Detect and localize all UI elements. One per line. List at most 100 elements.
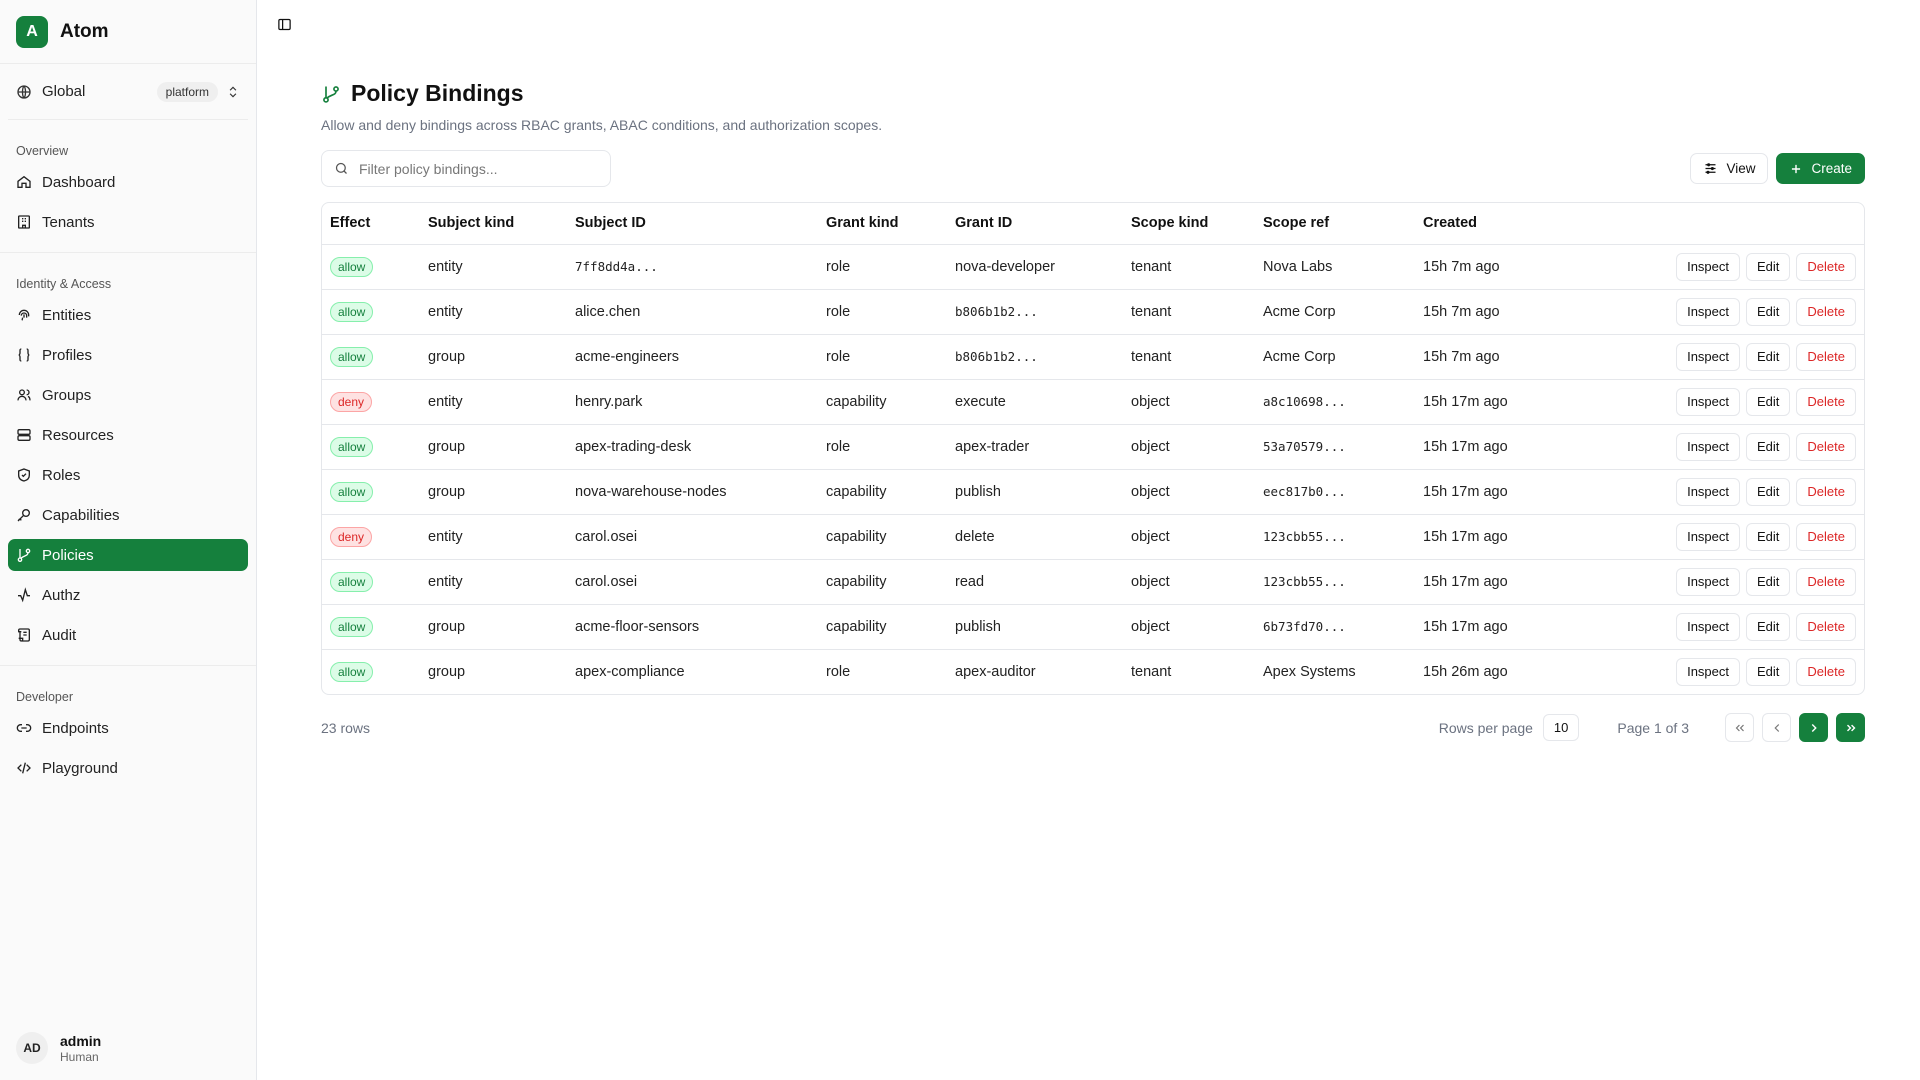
table-row[interactable]: allow group nova-warehouse-nodes capability…	[322, 469, 1864, 515]
inspect-button[interactable]: Inspect	[1676, 657, 1741, 686]
inspect-button[interactable]: Inspect	[1676, 477, 1741, 506]
delete-button[interactable]: Delete	[1796, 387, 1856, 416]
sidebar-item-authz[interactable]: Authz	[8, 579, 248, 611]
sidebar-item-dashboard[interactable]: Dashboard	[8, 166, 248, 198]
row-actions: Inspect Edit Delete	[1585, 649, 1864, 694]
inspect-button[interactable]: Inspect	[1676, 567, 1741, 596]
table-row[interactable]: allow group acme-engineers role b806b1b2... t…	[322, 334, 1864, 380]
table-row[interactable]: allow group apex-compliance role apex-audito…	[322, 649, 1864, 694]
search-box[interactable]	[321, 150, 611, 187]
edit-button[interactable]: Edit	[1746, 612, 1791, 641]
subject-id-text: nova-warehouse-nodes	[575, 483, 727, 500]
edit-button[interactable]: Edit	[1746, 432, 1791, 461]
column-header[interactable]: Subject kind	[420, 203, 567, 245]
column-header[interactable]: Scope ref	[1255, 203, 1415, 245]
delete-button[interactable]: Delete	[1796, 342, 1856, 371]
column-header[interactable]: Scope kind	[1123, 203, 1255, 245]
subject-id-cell: henry.park	[567, 379, 818, 425]
effect-badge: allow	[330, 301, 374, 322]
edit-button[interactable]: Edit	[1746, 297, 1791, 326]
next-page-button[interactable]	[1799, 713, 1828, 742]
sidebar-item-endpoints[interactable]: Endpoints	[8, 712, 248, 744]
sidebar-item-playground[interactable]: Playground	[8, 752, 248, 784]
table-row[interactable]: allow entity alice.chen role b806b1b2... tena…	[322, 289, 1864, 335]
subject-kind-text: group	[428, 438, 466, 455]
inspect-button[interactable]: Inspect	[1676, 612, 1741, 641]
inspect-button[interactable]: Inspect	[1676, 297, 1741, 326]
delete-button[interactable]: Delete	[1796, 612, 1856, 641]
user-menu[interactable]: AD admin Human	[16, 1032, 101, 1064]
column-header[interactable]: Grant ID	[947, 203, 1123, 245]
column-header[interactable]: Effect	[322, 203, 420, 245]
edit-button[interactable]: Edit	[1746, 657, 1791, 686]
delete-button[interactable]: Delete	[1796, 477, 1856, 506]
subject-id-cell: alice.chen	[567, 289, 818, 335]
edit-button[interactable]: Edit	[1746, 252, 1791, 281]
last-page-button[interactable]	[1836, 713, 1865, 742]
grant-kind-text: role	[826, 663, 851, 680]
delete-button[interactable]: Delete	[1796, 567, 1856, 596]
sidebar-item-groups[interactable]: Groups	[8, 379, 248, 411]
sidebar-item-label: Roles	[42, 466, 81, 484]
scope-switcher[interactable]: Global platform	[8, 64, 248, 120]
table-row[interactable]: allow entity carol.osei capability read objec…	[322, 559, 1864, 605]
edit-button[interactable]: Edit	[1746, 522, 1791, 551]
sidebar-item-tenants[interactable]: Tenants	[8, 206, 248, 238]
delete-button[interactable]: Delete	[1796, 252, 1856, 281]
inspect-button[interactable]: Inspect	[1676, 252, 1741, 281]
sidebar-item-audit[interactable]: Audit	[8, 619, 248, 651]
sidebar-toggle-button[interactable]	[274, 14, 294, 34]
scope-ref-text: Apex Systems	[1263, 663, 1356, 680]
inspect-button[interactable]: Inspect	[1676, 387, 1741, 416]
grant-id-cell: execute	[947, 379, 1123, 425]
table-row[interactable]: deny entity henry.park capability execute obj…	[322, 379, 1864, 425]
inspect-button[interactable]: Inspect	[1676, 432, 1741, 461]
effect-badge: allow	[330, 256, 374, 277]
column-header[interactable]: Created	[1415, 203, 1585, 245]
edit-button[interactable]: Edit	[1746, 342, 1791, 371]
delete-button[interactable]: Delete	[1796, 297, 1856, 326]
delete-button[interactable]: Delete	[1796, 432, 1856, 461]
sidebar-item-resources[interactable]: Resources	[8, 419, 248, 451]
edit-button[interactable]: Edit	[1746, 567, 1791, 596]
table-row[interactable]: allow entity 7ff8dd4a... role nova-developer…	[322, 244, 1864, 290]
braces-icon	[18, 348, 30, 362]
grant-kind-cell: capability	[818, 559, 947, 605]
table-row[interactable]: allow group apex-trading-desk role apex-trad…	[322, 424, 1864, 470]
effect-cell: allow	[322, 559, 420, 605]
sidebar-item-entities[interactable]: Entities	[8, 299, 248, 331]
subject-id-cell: acme-floor-sensors	[567, 604, 818, 650]
sidebar-item-capabilities[interactable]: Capabilities	[8, 499, 248, 531]
first-page-button[interactable]	[1725, 713, 1754, 742]
home-icon	[17, 175, 31, 188]
prev-page-button[interactable]	[1762, 713, 1791, 742]
grant-kind-text: role	[826, 303, 851, 320]
effect-badge: deny	[330, 526, 373, 547]
plus-icon	[1792, 164, 1801, 173]
sidebar-item-profiles[interactable]: Profiles	[8, 339, 248, 371]
view-button[interactable]: View	[1690, 153, 1769, 184]
sidebar-item-policies[interactable]: Policies	[8, 539, 248, 571]
table-row[interactable]: deny entity carol.osei capability delete obje…	[322, 514, 1864, 560]
delete-button[interactable]: Delete	[1796, 522, 1856, 551]
subject-id-cell: acme-engineers	[567, 334, 818, 380]
subject-id-text: alice.chen	[575, 303, 641, 320]
column-header[interactable]: Subject ID	[567, 203, 818, 245]
edit-button[interactable]: Edit	[1746, 477, 1791, 506]
delete-button[interactable]: Delete	[1796, 657, 1856, 686]
inspect-button[interactable]: Inspect	[1676, 522, 1741, 551]
create-button[interactable]: Create	[1776, 153, 1865, 184]
grant-id-cell: b806b1b2...	[947, 289, 1123, 335]
rows-per-page-select[interactable]: 10	[1542, 714, 1580, 741]
edit-button[interactable]: Edit	[1746, 387, 1791, 416]
scope-kind-text: tenant	[1131, 258, 1172, 275]
inspect-button[interactable]: Inspect	[1676, 342, 1741, 371]
grant-kind-cell: role	[818, 289, 947, 335]
created-cell: 15h 17m ago	[1415, 469, 1585, 515]
column-header[interactable]: Grant kind	[818, 203, 947, 245]
scope-kind-cell: object	[1123, 424, 1255, 470]
sidebar-item-roles[interactable]: Roles	[8, 459, 248, 491]
search-input[interactable]	[359, 160, 598, 177]
table-row[interactable]: allow group acme-floor-sensors capability pu…	[322, 604, 1864, 650]
sidebar-item-label: Playground	[42, 759, 118, 777]
